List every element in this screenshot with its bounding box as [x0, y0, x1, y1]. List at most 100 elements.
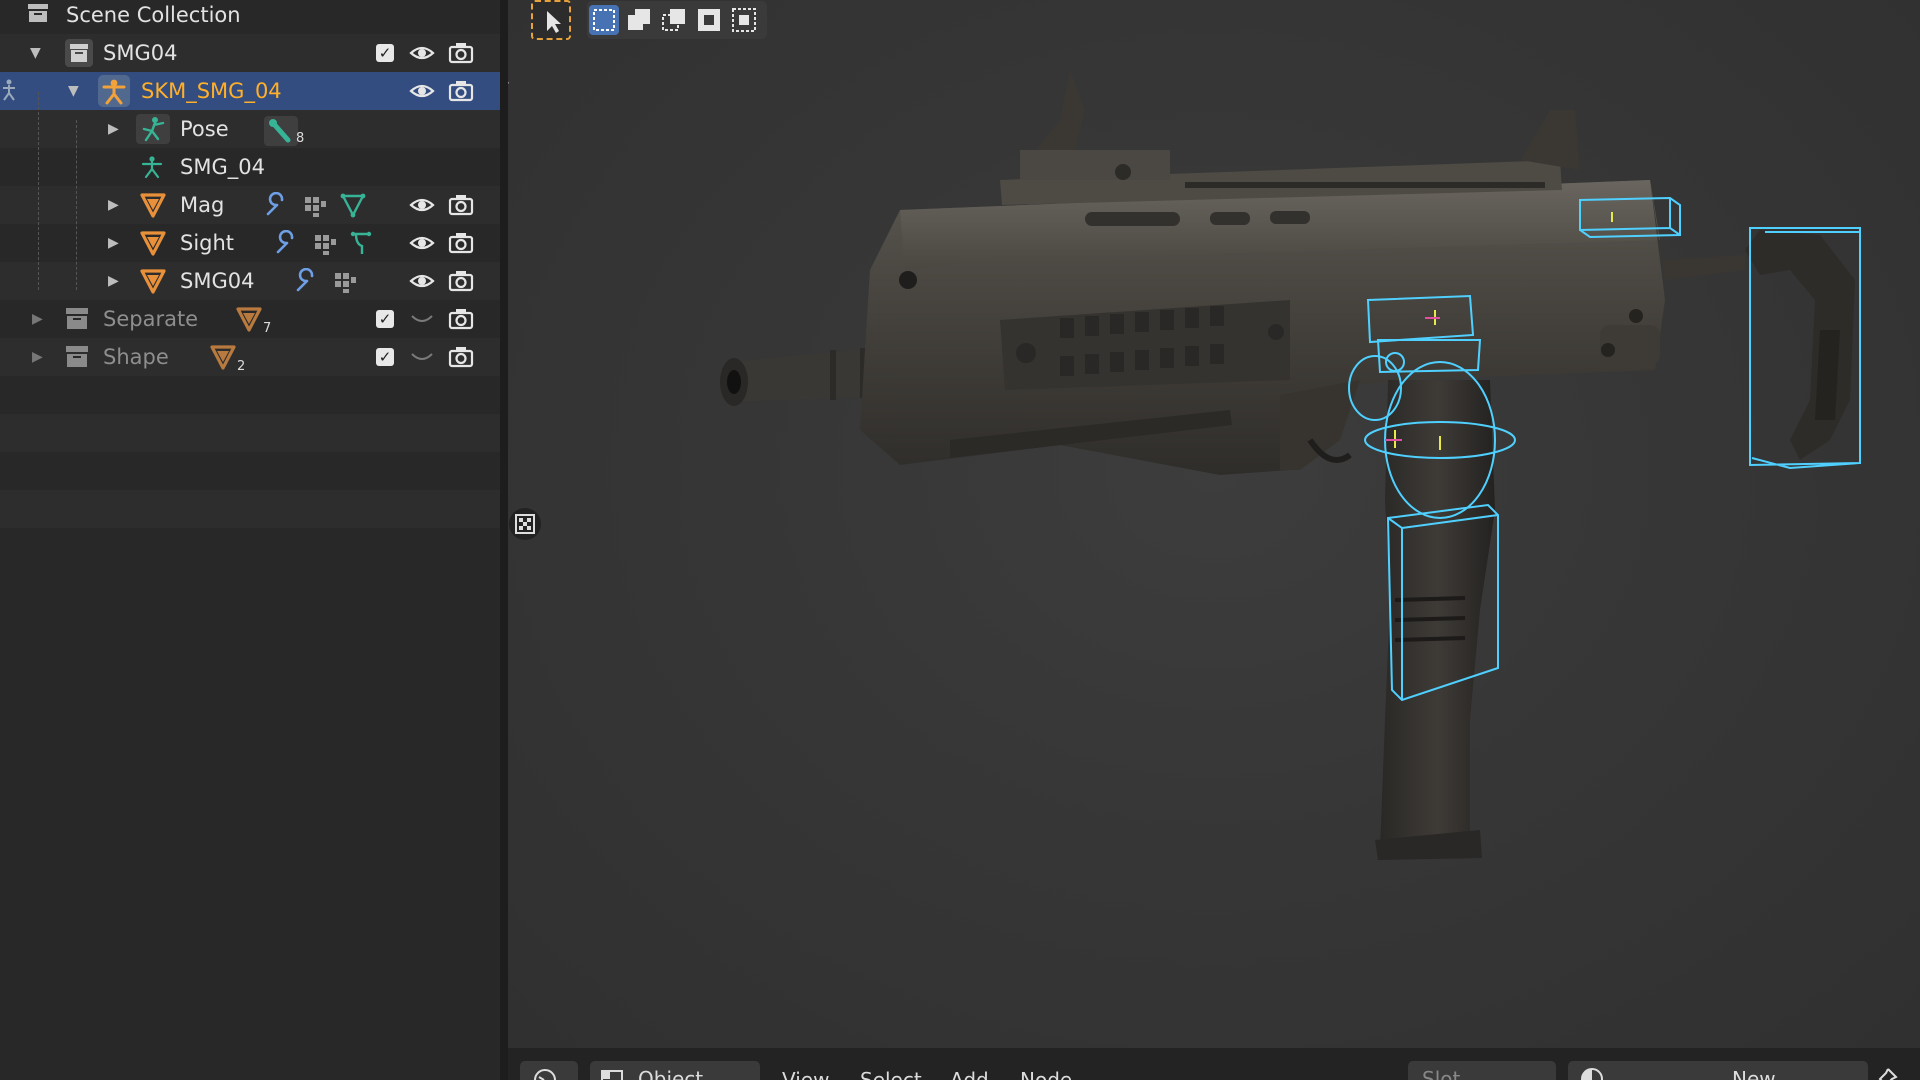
- armature-data-label: SMG_04: [180, 155, 265, 179]
- exclude-checkbox[interactable]: ✓: [376, 310, 394, 328]
- outliner-empty-row: [0, 452, 500, 490]
- select-new-button[interactable]: [589, 5, 619, 35]
- camera-render-icon[interactable]: [448, 344, 474, 370]
- vertex-groups-icon[interactable]: [332, 268, 358, 294]
- wrench-modifier-icon[interactable]: [274, 230, 300, 256]
- outliner-row-sight[interactable]: ▶ Sight: [0, 224, 500, 262]
- expand-triangle-right-icon[interactable]: ▶: [32, 300, 43, 338]
- camera-render-icon[interactable]: [448, 230, 474, 256]
- vertex-groups-icon[interactable]: [312, 230, 338, 256]
- gun-receiver[interactable]: [860, 70, 1745, 475]
- select-subtract-button[interactable]: [659, 5, 689, 35]
- material-sphere-icon: [1581, 1068, 1603, 1080]
- select-extend-icon: [628, 9, 650, 30]
- outliner-row-shape-collection[interactable]: ▶ Shape 2 ✓: [0, 338, 500, 376]
- bone-icon: [264, 116, 298, 146]
- menu-add[interactable]: Add: [950, 1068, 989, 1080]
- eye-icon[interactable]: [409, 230, 435, 256]
- expand-triangle-down-icon[interactable]: ▼: [68, 72, 79, 110]
- bone-count-badge[interactable]: 8: [264, 110, 304, 152]
- select-intersect-button[interactable]: [729, 5, 759, 35]
- sidebar-expand-arrow-icon[interactable]: ›: [508, 72, 510, 93]
- 3d-viewport[interactable]: ›: [508, 0, 1920, 1048]
- outliner-row-smg04-mesh[interactable]: ▶ SMG04: [0, 262, 500, 300]
- expand-triangle-right-icon[interactable]: ▶: [108, 224, 119, 262]
- select-tool-button[interactable]: [531, 0, 571, 40]
- collection-label: SMG04: [103, 41, 178, 65]
- menu-node[interactable]: Node: [1020, 1068, 1072, 1080]
- camera-render-icon[interactable]: [448, 40, 474, 66]
- menu-view[interactable]: View: [782, 1068, 829, 1080]
- expand-triangle-right-icon[interactable]: ▶: [108, 110, 119, 148]
- gun-magazine[interactable]: [1375, 380, 1495, 860]
- gun-stock[interactable]: [1745, 230, 1855, 460]
- select-invert-icon: [698, 9, 720, 31]
- tree-line: [38, 92, 39, 290]
- camera-render-icon[interactable]: [448, 192, 474, 218]
- area-divider[interactable]: [500, 0, 508, 1080]
- editor-header: Object View Select Add Node Slot New: [508, 1048, 1920, 1080]
- collection-icon: [66, 346, 88, 367]
- eye-icon[interactable]: [409, 192, 435, 218]
- menu-select[interactable]: Select: [860, 1068, 922, 1080]
- mesh-data-icon[interactable]: [340, 192, 366, 218]
- camera-render-icon[interactable]: [448, 268, 474, 294]
- mesh-object-icon: [236, 307, 262, 332]
- pin-icon[interactable]: [1874, 1065, 1900, 1080]
- expand-triangle-right-icon[interactable]: ▶: [108, 186, 119, 224]
- mesh-object-label: Sight: [180, 231, 235, 255]
- select-extend-button[interactable]: [624, 5, 654, 35]
- slot-placeholder: Slot: [1422, 1067, 1461, 1080]
- eye-closed-icon[interactable]: [409, 306, 435, 332]
- outliner-row-skm-smg-04[interactable]: ▼ SKM_SMG_04: [0, 72, 500, 110]
- collection-label: Shape: [103, 345, 169, 369]
- mesh-object-icon: [140, 269, 166, 294]
- outliner-row-smg04-collection[interactable]: ▼ SMG04 ✓: [0, 34, 500, 72]
- eye-closed-icon[interactable]: [409, 344, 435, 370]
- collection-icon: [28, 4, 48, 22]
- mesh-count-badge[interactable]: 2: [210, 338, 245, 376]
- cursor-arrow-icon: [547, 11, 561, 33]
- mesh-count-badge[interactable]: 7: [236, 300, 271, 338]
- camera-render-icon[interactable]: [448, 78, 474, 104]
- collection-icon: [65, 39, 93, 67]
- camera-render-icon[interactable]: [448, 306, 474, 332]
- object-mode-icon: [601, 1070, 623, 1080]
- grid-navigate-icon: [515, 514, 535, 534]
- collection-icon: [66, 308, 88, 329]
- expand-triangle-right-icon[interactable]: ▶: [108, 262, 119, 300]
- object-name-label: SKM_SMG_04: [141, 79, 282, 103]
- slot-dropdown[interactable]: Slot: [1408, 1061, 1556, 1080]
- editor-type-button[interactable]: [520, 1061, 578, 1080]
- select-subtract-icon: [662, 9, 685, 31]
- wrench-modifier-icon[interactable]: [264, 192, 290, 218]
- collection-label: Separate: [103, 307, 199, 331]
- mesh-object-label: Mag: [180, 193, 225, 217]
- armature-data-icon: [141, 156, 163, 179]
- expand-triangle-right-icon[interactable]: ▶: [32, 338, 43, 376]
- object-mode-dropdown[interactable]: Object: [590, 1061, 760, 1080]
- outliner-row-separate-collection[interactable]: ▶ Separate 7 ✓: [0, 300, 500, 338]
- vertex-groups-icon[interactable]: [302, 192, 328, 218]
- select-invert-button[interactable]: [694, 5, 724, 35]
- expand-triangle-down-icon[interactable]: ▼: [30, 34, 41, 72]
- scene-collection-row[interactable]: Scene Collection: [0, 0, 500, 34]
- outliner-row-pose[interactable]: ▶ Pose 8: [0, 110, 500, 148]
- mesh-object-label: SMG04: [180, 269, 255, 293]
- outliner-row-armature-data[interactable]: SMG_04: [0, 148, 500, 186]
- exclude-checkbox[interactable]: ✓: [376, 44, 394, 62]
- eye-icon[interactable]: [409, 40, 435, 66]
- material-browse-group[interactable]: New: [1568, 1061, 1868, 1080]
- exclude-checkbox[interactable]: ✓: [376, 348, 394, 366]
- curve-data-icon[interactable]: [348, 230, 374, 256]
- armature-mode-icon: [3, 79, 15, 101]
- new-material-button[interactable]: New: [1732, 1067, 1776, 1080]
- wrench-modifier-icon[interactable]: [294, 268, 320, 294]
- outliner-row-mag[interactable]: ▶ Mag: [0, 186, 500, 224]
- eye-icon[interactable]: [409, 268, 435, 294]
- outliner-panel: Scene Collection ▼ SMG04 ✓ ▼ SKM_SMG_04: [0, 0, 500, 1080]
- mesh-object-icon: [140, 193, 166, 218]
- viewport-scene[interactable]: [508, 0, 1920, 1048]
- navigation-toggle-button[interactable]: [509, 508, 541, 540]
- eye-icon[interactable]: [409, 78, 435, 104]
